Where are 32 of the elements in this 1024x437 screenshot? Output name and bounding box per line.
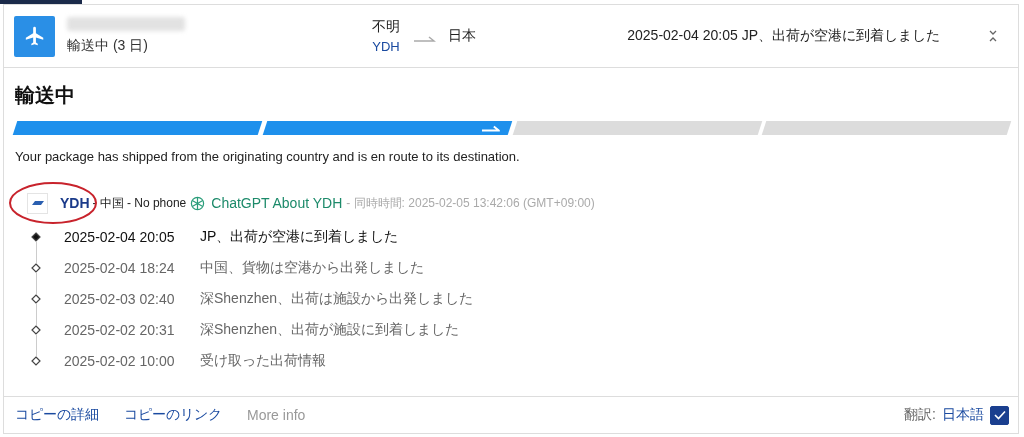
airplane-icon: [14, 15, 55, 57]
country-text: - 中国: [92, 194, 124, 212]
origin-text: 不明: [372, 18, 400, 36]
section-title: 輸送中: [15, 83, 76, 108]
event-text: 深Shenzhen、出荷は施設から出発しました: [200, 289, 474, 308]
chatgpt-link[interactable]: ChatGPT About YDH: [211, 195, 343, 211]
carrier-name[interactable]: YDH: [60, 195, 90, 211]
carrier-logo: [27, 192, 48, 214]
event-time: 2025-02-02 10:00: [64, 352, 176, 369]
status-text: 輸送中 (3 日): [67, 37, 149, 55]
collapse-icon[interactable]: [988, 30, 998, 42]
event-text: JP、出荷が空港に到着しました: [200, 227, 399, 246]
sync-time-text: - 同時時間: 2025-02-05 13:42:06 (GMT+09:00): [346, 194, 595, 212]
event-text: 受け取った出荷情報: [200, 351, 326, 370]
latest-event-text: 2025-02-04 20:05 JP、出荷が空港に到着しました: [627, 27, 940, 45]
language-link[interactable]: 日本語: [942, 406, 984, 424]
event-time: 2025-02-02 20:31: [64, 321, 176, 338]
check-icon: [993, 410, 1006, 420]
chatgpt-icon: [190, 195, 206, 211]
carrier-text: YDH: [372, 39, 400, 54]
description-text: Your package has shipped from the originating country and is en route to its destination.: [15, 149, 521, 164]
event-time: 2025-02-04 20:05: [64, 228, 176, 245]
event-text: 中国、貨物は空港から出発しました: [200, 258, 424, 277]
destination-text: 日本: [448, 27, 476, 45]
event-time: 2025-02-04 18:24: [64, 259, 176, 276]
footer-link[interactable]: コピーのリンク: [124, 406, 222, 424]
event-time: 2025-02-03 02:40: [64, 290, 176, 307]
translate-checkbox[interactable]: [990, 405, 1009, 425]
footer-link[interactable]: コピーの詳細: [15, 406, 99, 424]
event-text: 深Shenzhen、出荷が施設に到着しました: [200, 320, 460, 339]
phone-text: - No phone: [126, 196, 187, 210]
translate-label: 翻訳:: [904, 406, 936, 424]
